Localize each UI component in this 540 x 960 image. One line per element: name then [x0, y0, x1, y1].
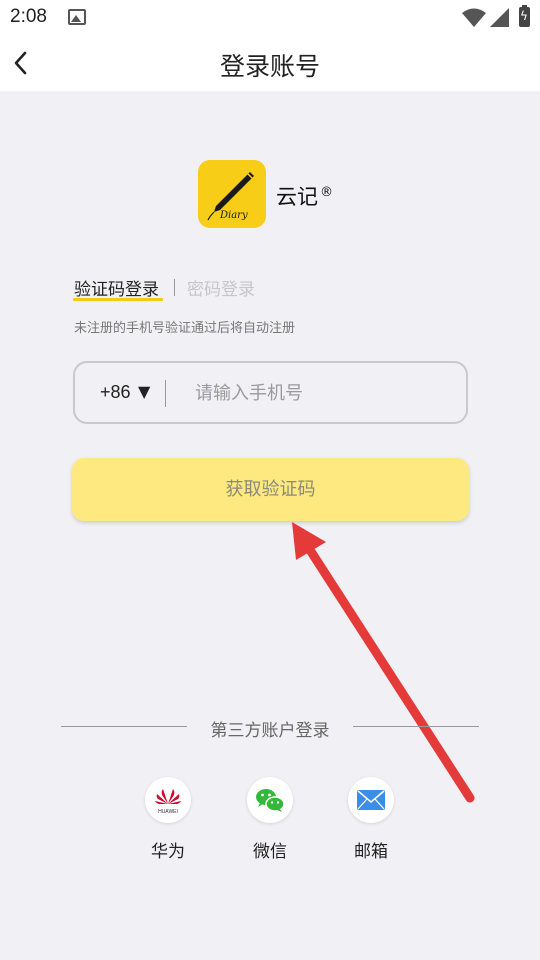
wechat-label: 微信 [253, 842, 287, 862]
app-name-text: 云记 [276, 185, 318, 209]
status-time: 2:08 [10, 6, 47, 27]
pen-icon: Diary [207, 172, 254, 221]
divider-line-right [353, 726, 479, 727]
registered-mark: ® [320, 185, 333, 200]
app-name: 云记 ® [276, 181, 333, 211]
signal-icon [490, 8, 509, 27]
email-login-button[interactable]: 邮箱 [341, 777, 401, 862]
field-divider [165, 380, 166, 407]
tab-password-login[interactable]: 密码登录 [187, 275, 255, 300]
nav-bar: 登录账号 [0, 36, 540, 91]
tab-active-indicator [73, 298, 163, 301]
battery-icon: ϟ [519, 5, 530, 27]
tab-divider [174, 279, 175, 296]
huawei-brand-text: HUAWEI [158, 809, 178, 815]
app-logo: Diary [198, 160, 266, 228]
dropdown-triangle-icon[interactable]: ▼ [138, 382, 150, 401]
huawei-login-button[interactable]: HUAWEI 华为 [138, 777, 198, 862]
mail-icon[interactable] [348, 777, 394, 823]
auto-register-hint: 未注册的手机号验证通过后将自动注册 [74, 321, 296, 336]
wechat-login-button[interactable]: 微信 [240, 777, 300, 862]
phone-field: +86 ▼ [73, 361, 468, 424]
phone-input[interactable] [195, 375, 455, 411]
get-verification-code-button[interactable]: 获取验证码 [72, 458, 469, 521]
wechat-icon[interactable] [247, 777, 293, 823]
logo-script-text: Diary [219, 210, 248, 221]
country-code-selector[interactable]: +86 [100, 382, 131, 403]
email-label: 邮箱 [354, 842, 388, 862]
huawei-icon[interactable]: HUAWEI [145, 777, 191, 823]
huawei-label: 华为 [151, 842, 185, 862]
page-title: 登录账号 [219, 52, 320, 81]
tab-sms-code-login[interactable]: 验证码登录 [74, 275, 159, 300]
third-party-login-title: 第三方账户登录 [210, 721, 330, 741]
image-notification-icon [68, 9, 86, 25]
status-bar: 2:08 ϟ [0, 0, 540, 36]
wifi-icon [462, 8, 486, 27]
